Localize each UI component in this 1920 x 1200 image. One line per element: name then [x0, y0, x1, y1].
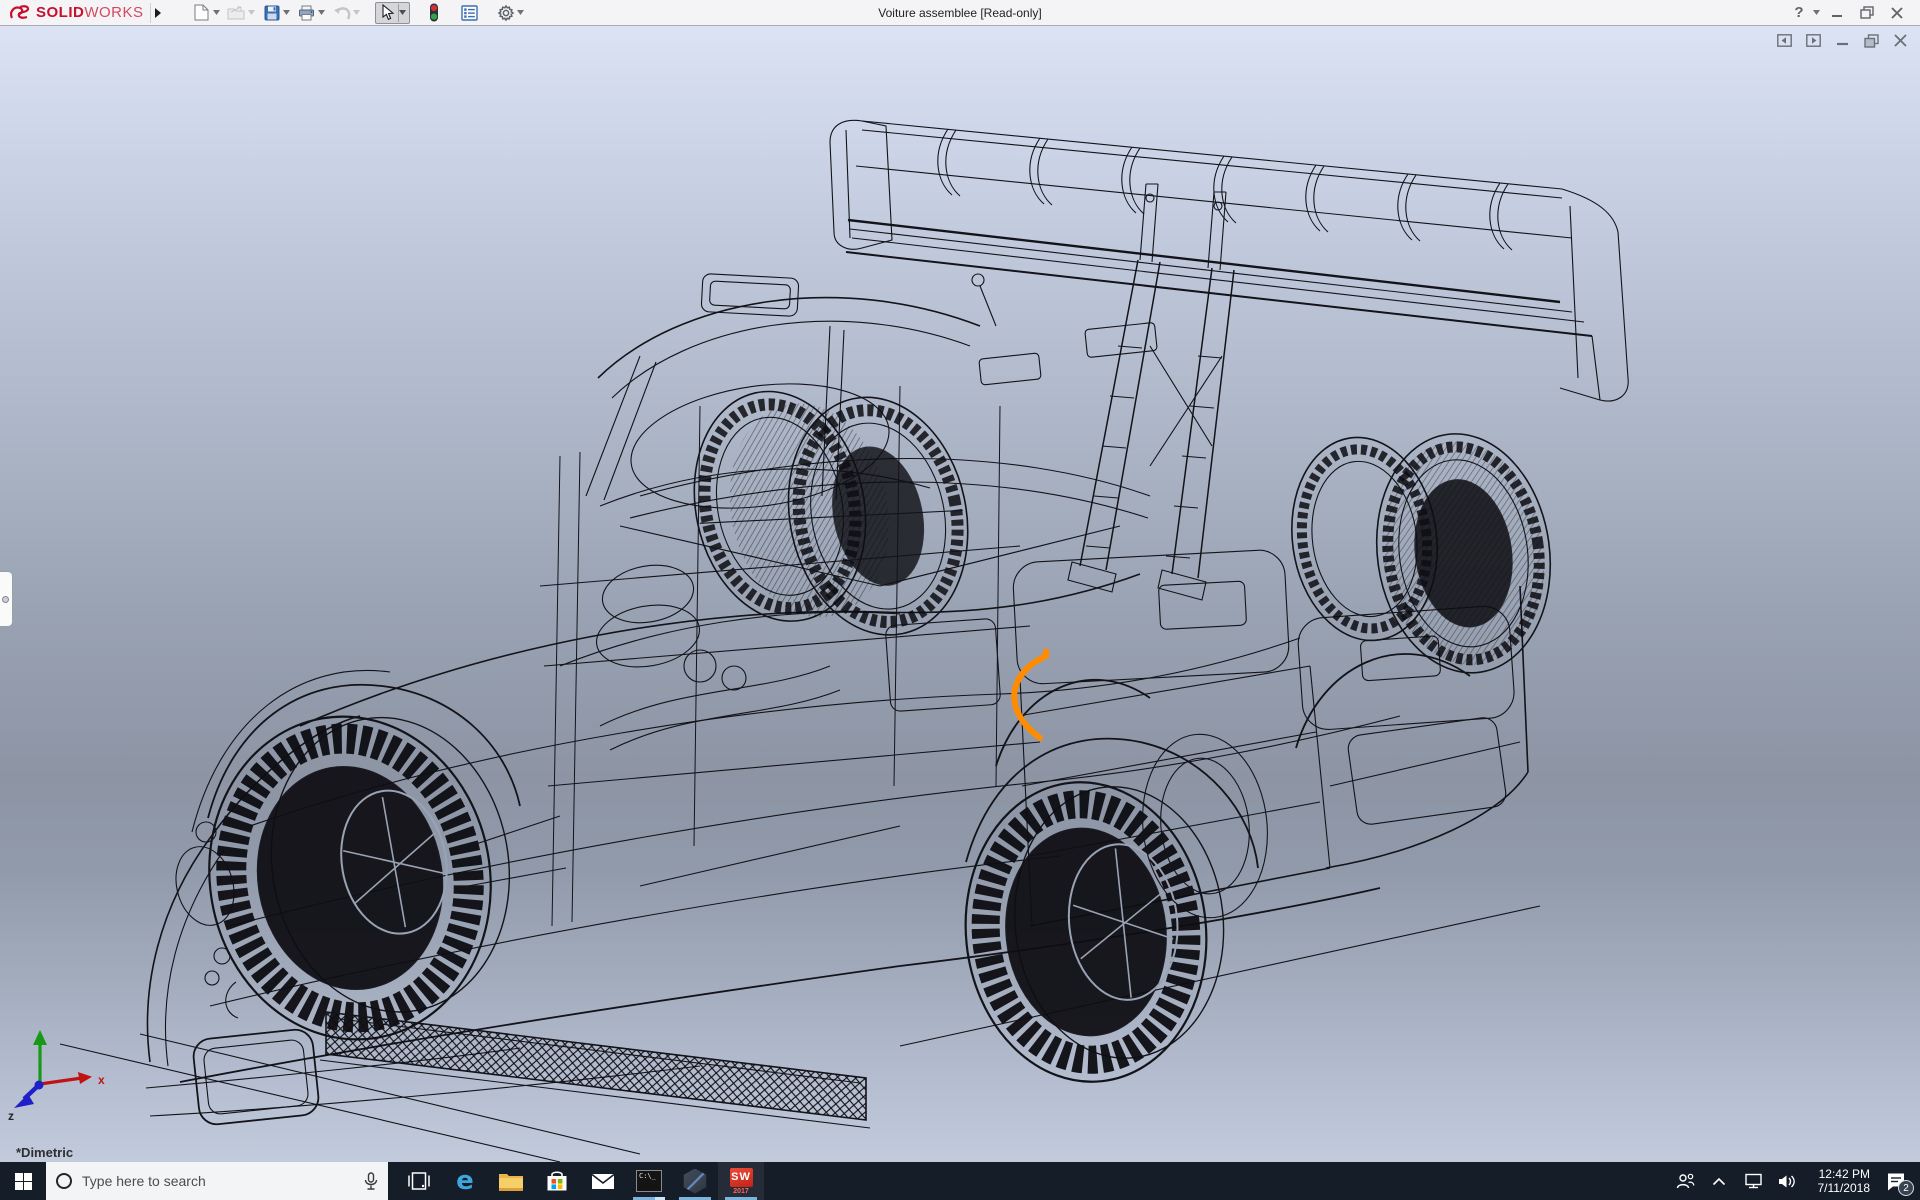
doc-minimize-icon[interactable]	[1835, 34, 1850, 47]
hexagon-app-icon	[683, 1169, 708, 1194]
mail-icon	[591, 1173, 615, 1190]
new-document-button[interactable]	[190, 2, 223, 24]
pane-left-icon[interactable]	[1777, 34, 1792, 47]
doc-restore-icon[interactable]	[1864, 34, 1879, 47]
undo-dropdown-icon[interactable]	[352, 4, 361, 22]
taskbar-app-hexagon[interactable]	[672, 1162, 718, 1200]
close-button[interactable]	[1882, 1, 1912, 25]
notification-badge: 2	[1898, 1180, 1914, 1196]
windows-logo-icon	[15, 1173, 32, 1190]
taskbar-clock[interactable]: 12:42 PM 7/11/2018	[1806, 1167, 1872, 1195]
task-view-button[interactable]	[396, 1162, 442, 1200]
orientation-triad: x z	[6, 1026, 116, 1122]
solidworks-year-label: 2017	[733, 1188, 749, 1195]
tray-chevron-up-icon[interactable]	[1704, 1162, 1734, 1200]
clock-date: 7/11/2018	[1808, 1181, 1870, 1195]
triad-x-label: x	[98, 1073, 105, 1087]
windows-taskbar: e C:\_	[0, 1162, 1920, 1200]
edge-icon: e	[456, 1168, 474, 1194]
panel-tab-knob-icon	[2, 596, 9, 603]
print-icon	[297, 4, 317, 22]
store-icon	[546, 1170, 568, 1192]
solidworks-cube-icon: SW	[730, 1168, 753, 1187]
solidworks-app-icon: SW 2017	[730, 1168, 753, 1195]
pane-right-icon[interactable]	[1806, 34, 1821, 47]
taskbar-app-mail[interactable]	[580, 1162, 626, 1200]
undo-icon	[332, 4, 352, 22]
command-prompt-icon: C:\_	[636, 1170, 662, 1192]
save-icon	[262, 4, 282, 22]
brand-solid: SOLID	[36, 4, 84, 21]
window-title: Voiture assemblee [Read-only]	[878, 0, 1041, 26]
taskbar-app-edge[interactable]: e	[442, 1162, 488, 1200]
select-tool-button[interactable]	[375, 2, 410, 24]
microphone-icon[interactable]	[364, 1172, 378, 1190]
triad-y-axis-icon	[33, 1030, 47, 1045]
open-button[interactable]	[225, 2, 258, 24]
file-properties-button[interactable]	[458, 2, 482, 24]
start-button[interactable]	[0, 1162, 46, 1200]
gear-icon	[496, 4, 516, 22]
undo-button[interactable]	[330, 2, 363, 24]
document-window-controls	[1777, 34, 1908, 47]
triad-z-label: z	[8, 1109, 14, 1122]
system-tray: 12:42 PM 7/11/2018 2	[1670, 1162, 1920, 1200]
save-button[interactable]	[260, 2, 293, 24]
window-controls: ?	[1788, 1, 1920, 25]
brand-works: WORKS	[84, 4, 143, 21]
wireframe-model[interactable]	[0, 26, 1920, 1162]
taskbar-app-solidworks[interactable]: SW 2017	[718, 1162, 764, 1200]
clock-time: 12:42 PM	[1808, 1167, 1870, 1181]
people-icon[interactable]	[1670, 1162, 1700, 1200]
restore-button[interactable]	[1852, 1, 1882, 25]
action-center-button[interactable]: 2	[1876, 1162, 1916, 1200]
select-dropdown-icon[interactable]	[398, 4, 407, 22]
search-input[interactable]	[82, 1173, 354, 1189]
save-dropdown-icon[interactable]	[282, 4, 291, 22]
select-cursor-icon	[378, 4, 398, 22]
view-orientation-label: *Dimetric	[16, 1145, 73, 1160]
taskbar-app-store[interactable]	[534, 1162, 580, 1200]
minimize-button[interactable]	[1822, 1, 1852, 25]
doc-close-icon[interactable]	[1893, 34, 1908, 47]
network-icon[interactable]	[1738, 1162, 1768, 1200]
volume-icon[interactable]	[1772, 1162, 1802, 1200]
collapsed-panel-tab[interactable]	[0, 571, 13, 627]
menu-flyout-arrow-icon[interactable]	[150, 3, 166, 23]
file-explorer-icon	[498, 1171, 524, 1192]
traffic-light-icon	[424, 4, 444, 22]
print-button[interactable]	[295, 2, 328, 24]
taskbar-search-box[interactable]	[46, 1162, 388, 1200]
options-dropdown-icon[interactable]	[516, 4, 525, 22]
solidworks-logo: SOLIDWORKS	[0, 3, 150, 23]
rebuild-button[interactable]	[422, 2, 446, 24]
triad-x-axis-icon	[78, 1072, 92, 1084]
help-dropdown-icon[interactable]	[1810, 1, 1822, 25]
help-button[interactable]: ?	[1788, 1, 1810, 25]
taskbar-app-command-prompt[interactable]: C:\_	[626, 1162, 672, 1200]
ds-logo-icon	[8, 3, 32, 23]
open-dropdown-icon[interactable]	[247, 4, 256, 22]
task-view-icon	[408, 1172, 430, 1190]
file-properties-icon	[460, 4, 480, 22]
quick-access-toolbar	[190, 2, 527, 24]
taskbar-app-file-explorer[interactable]	[488, 1162, 534, 1200]
cortana-icon[interactable]	[56, 1173, 72, 1189]
new-document-dropdown-icon[interactable]	[212, 4, 221, 22]
open-icon	[227, 4, 247, 22]
new-document-icon	[192, 4, 212, 22]
graphics-viewport[interactable]: x z *Dimetric	[0, 26, 1920, 1162]
options-button[interactable]	[494, 2, 527, 24]
print-dropdown-icon[interactable]	[317, 4, 326, 22]
app-titlebar: SOLIDWORKS	[0, 0, 1920, 26]
